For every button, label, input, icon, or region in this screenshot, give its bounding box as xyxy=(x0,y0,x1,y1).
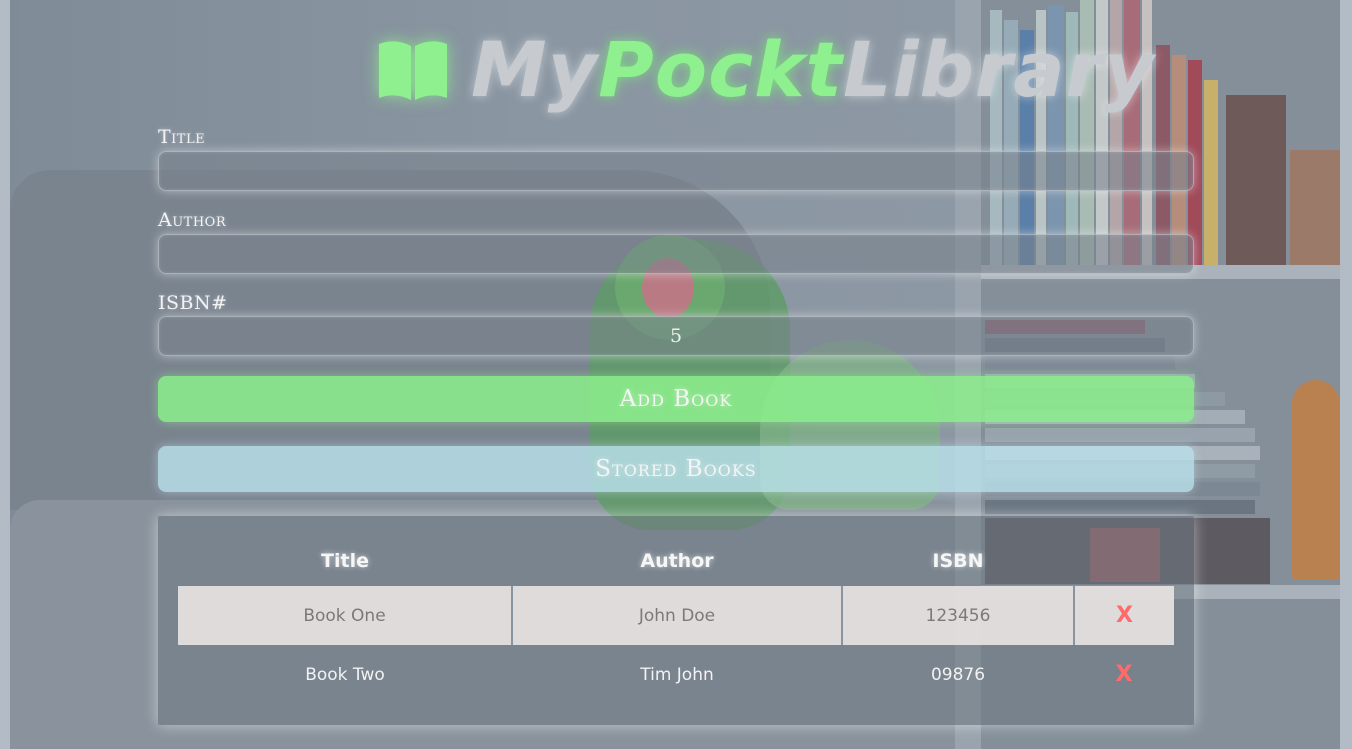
book-isbn-cell: 123456 xyxy=(841,586,1074,645)
app-window: MyPocktLibrary Title Author ISBN# Add Bo… xyxy=(0,0,1352,749)
title-input[interactable] xyxy=(158,151,1194,191)
book-isbn-cell: 09876 xyxy=(930,664,986,685)
book-author-cell: Tim John xyxy=(640,664,714,685)
column-header-author: Author xyxy=(640,550,714,572)
book-author-cell: John Doe xyxy=(511,586,842,645)
book-app: MyPocktLibrary Title Author ISBN# Add Bo… xyxy=(0,0,1352,749)
table-header-row: Title Author ISBN xyxy=(178,536,1174,586)
book-title-cell: Book One xyxy=(178,586,512,645)
delete-cell: X xyxy=(1074,645,1174,704)
author-input[interactable] xyxy=(158,234,1194,274)
column-header-title: Title xyxy=(321,550,369,572)
table-row: Book Two Tim John 09876 X xyxy=(178,645,1174,704)
delete-icon[interactable]: X xyxy=(1116,662,1133,687)
column-header-actions xyxy=(1074,536,1174,586)
delete-cell: X xyxy=(1073,586,1174,645)
table-row: Book One John Doe 123456 X xyxy=(178,586,1174,645)
book-title-cell: Book Two xyxy=(305,664,385,685)
delete-icon[interactable]: X xyxy=(1116,603,1133,628)
books-table: Title Author ISBN Book One John Doe 1234… xyxy=(178,536,1174,704)
app-title: MyPocktLibrary xyxy=(471,25,1155,114)
author-label: Author xyxy=(158,209,227,231)
open-book-icon xyxy=(375,38,451,102)
app-logo: MyPocktLibrary xyxy=(375,20,1154,120)
isbn-label: ISBN# xyxy=(158,292,228,314)
column-header-isbn: ISBN xyxy=(932,550,984,572)
add-book-button[interactable]: Add Book xyxy=(158,376,1194,422)
books-table-panel: Title Author ISBN Book One John Doe 1234… xyxy=(158,516,1194,725)
isbn-input[interactable] xyxy=(158,316,1194,356)
stored-books-button[interactable]: Stored Books xyxy=(158,446,1194,492)
title-label: Title xyxy=(158,126,206,148)
